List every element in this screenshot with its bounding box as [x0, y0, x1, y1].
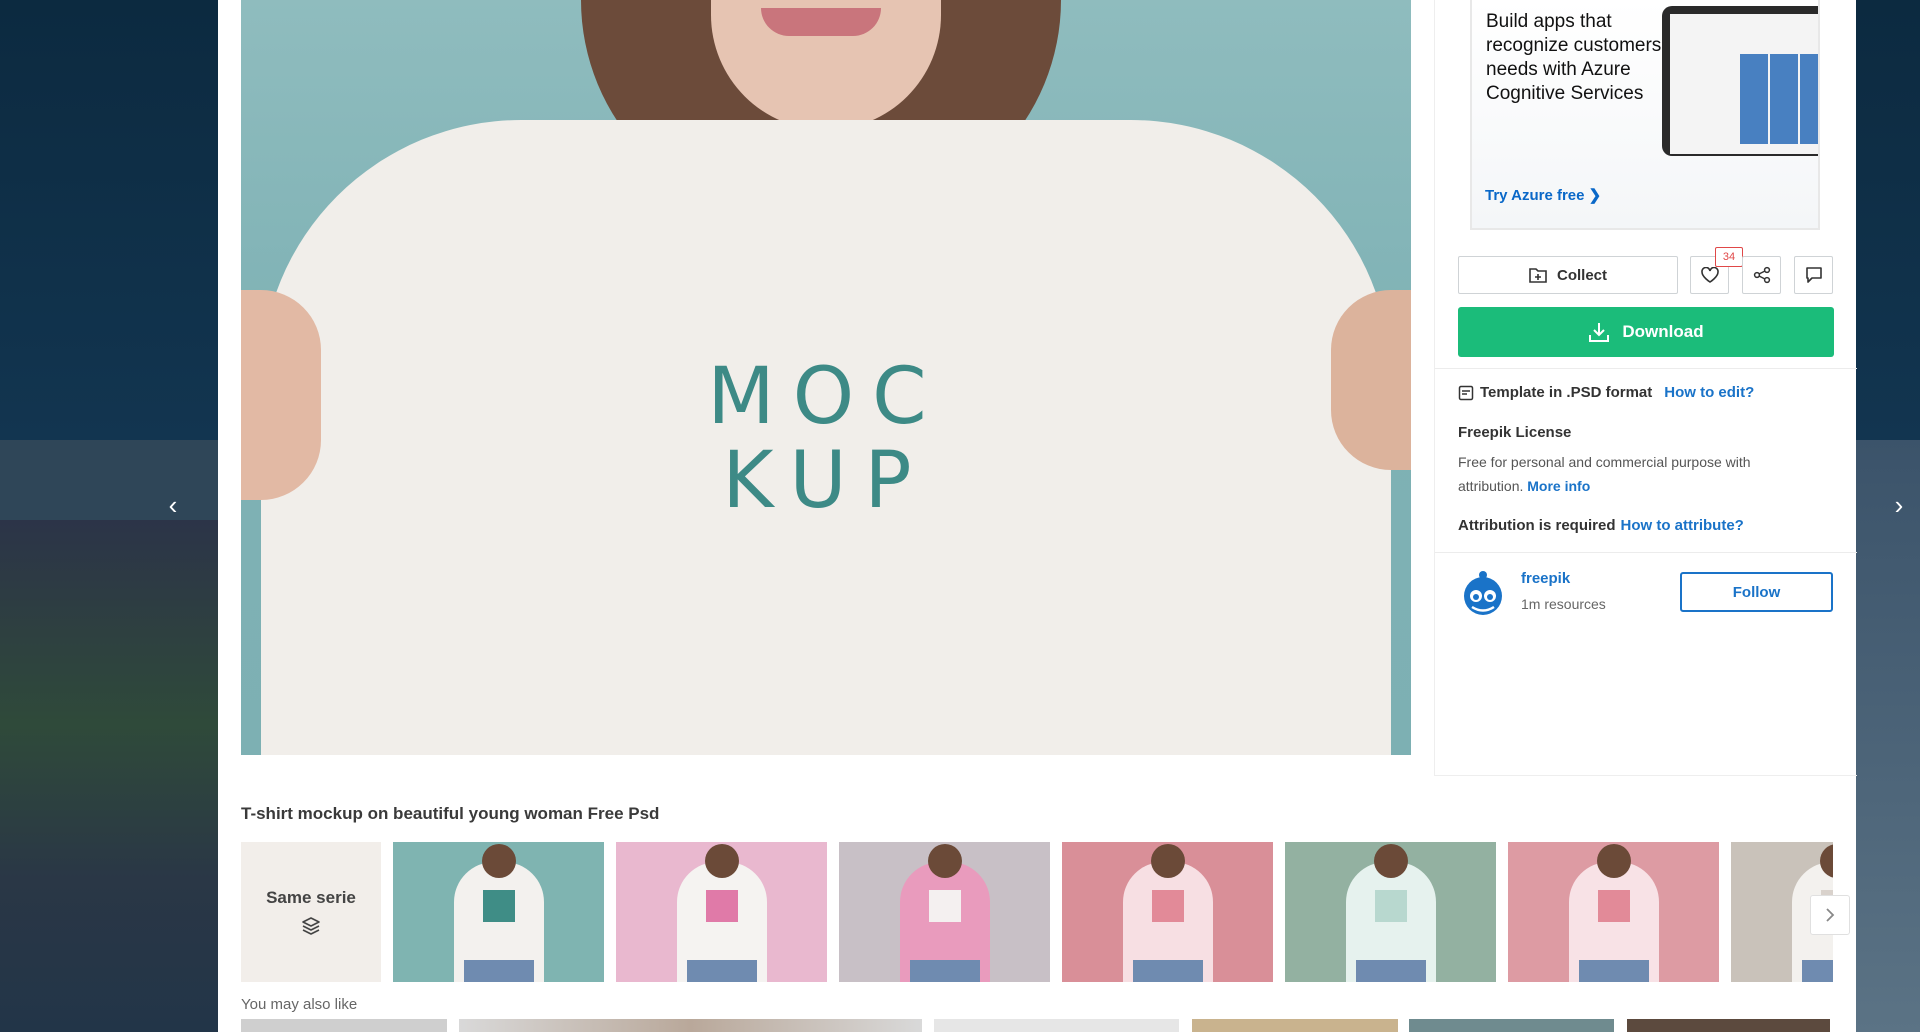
related-thumbnail[interactable]: [1192, 1019, 1398, 1032]
license-title: Freepik License: [1458, 424, 1572, 441]
how-to-edit-link[interactable]: How to edit?: [1664, 384, 1754, 401]
comment-button[interactable]: [1794, 256, 1833, 294]
tshirt-print-text: MOC KUP: [707, 352, 945, 526]
format-text: Template in .PSD format: [1480, 384, 1653, 401]
resource-sidebar: Build apps that recognize customers’ nee…: [1434, 0, 1857, 776]
license-title-row: Freepik License: [1458, 424, 1571, 441]
author-name[interactable]: freepik: [1521, 570, 1570, 587]
series-thumbnail[interactable]: [393, 842, 604, 982]
heart-icon: [1700, 267, 1719, 283]
related-thumbnail[interactable]: [1627, 1019, 1830, 1032]
download-button[interactable]: Download: [1458, 307, 1834, 357]
ad-heading: Build apps that recognize customers’ nee…: [1486, 11, 1665, 104]
resource-action-row: Collect 34: [1458, 247, 1834, 294]
collect-label: Collect: [1556, 266, 1607, 284]
divider: [1435, 368, 1857, 369]
next-resource-arrow[interactable]: ›: [1884, 490, 1914, 520]
you-may-also-like-title: You may also like: [241, 996, 358, 1013]
related-thumbnail[interactable]: [934, 1019, 1179, 1032]
download-label: Download: [1622, 322, 1704, 341]
same-serie-card[interactable]: Same serie: [241, 842, 381, 982]
follow-button[interactable]: Follow: [1680, 572, 1833, 612]
author-block: freepik 1m resources Follow: [1458, 568, 1834, 622]
series-thumbnail[interactable]: [1508, 842, 1719, 982]
share-icon: [1753, 266, 1770, 284]
folder-plus-icon: [1529, 268, 1547, 283]
previous-resource-arrow[interactable]: ‹: [158, 490, 188, 520]
layers-icon: [302, 917, 320, 935]
series-thumbnails: Same serie: [241, 842, 1833, 982]
series-thumbnail[interactable]: [1062, 842, 1273, 982]
how-to-attribute-link[interactable]: How to attribute?: [1621, 517, 1744, 534]
chevron-right-icon: [1826, 908, 1835, 922]
collect-button[interactable]: Collect: [1458, 256, 1678, 294]
ad-cta-link[interactable]: Try Azure free ❯: [1485, 186, 1601, 204]
resource-detail-modal: MOC KUP Build apps that recognize custom…: [218, 0, 1857, 1032]
series-thumbnail[interactable]: [616, 842, 827, 982]
format-row: Template in .PSD format How to edit?: [1458, 384, 1754, 401]
freepik-avatar[interactable]: [1458, 568, 1508, 618]
comment-icon: [1805, 267, 1822, 283]
related-thumbnail[interactable]: [241, 1019, 447, 1032]
attribution-row: Attribution is required How to attribute…: [1458, 517, 1744, 534]
like-count-badge: 34: [1715, 247, 1743, 267]
series-thumbnail[interactable]: [839, 842, 1050, 982]
divider: [1435, 552, 1857, 553]
same-serie-label: Same serie: [266, 888, 356, 907]
download-icon: [1589, 323, 1610, 342]
more-info-link[interactable]: More info: [1527, 478, 1590, 494]
related-thumbnail[interactable]: [1409, 1019, 1614, 1032]
ad-laptop-image: [1662, 6, 1818, 156]
series-thumbnail[interactable]: [1285, 842, 1496, 982]
series-title: T-shirt mockup on beautiful young woman …: [241, 804, 660, 823]
like-button[interactable]: 34: [1690, 247, 1743, 294]
related-thumbnail[interactable]: [459, 1019, 922, 1032]
share-button[interactable]: [1742, 256, 1781, 294]
author-resources: 1m resources: [1521, 596, 1606, 612]
thumbnails-next-button[interactable]: [1810, 895, 1850, 935]
license-description: Free for personal and commercial purpose…: [1458, 454, 1751, 494]
azure-advertisement[interactable]: Build apps that recognize customers’ nee…: [1470, 0, 1820, 230]
psd-file-icon: [1458, 385, 1474, 400]
attribution-text: Attribution is required: [1458, 517, 1616, 534]
resource-preview-image: MOC KUP: [241, 0, 1411, 755]
